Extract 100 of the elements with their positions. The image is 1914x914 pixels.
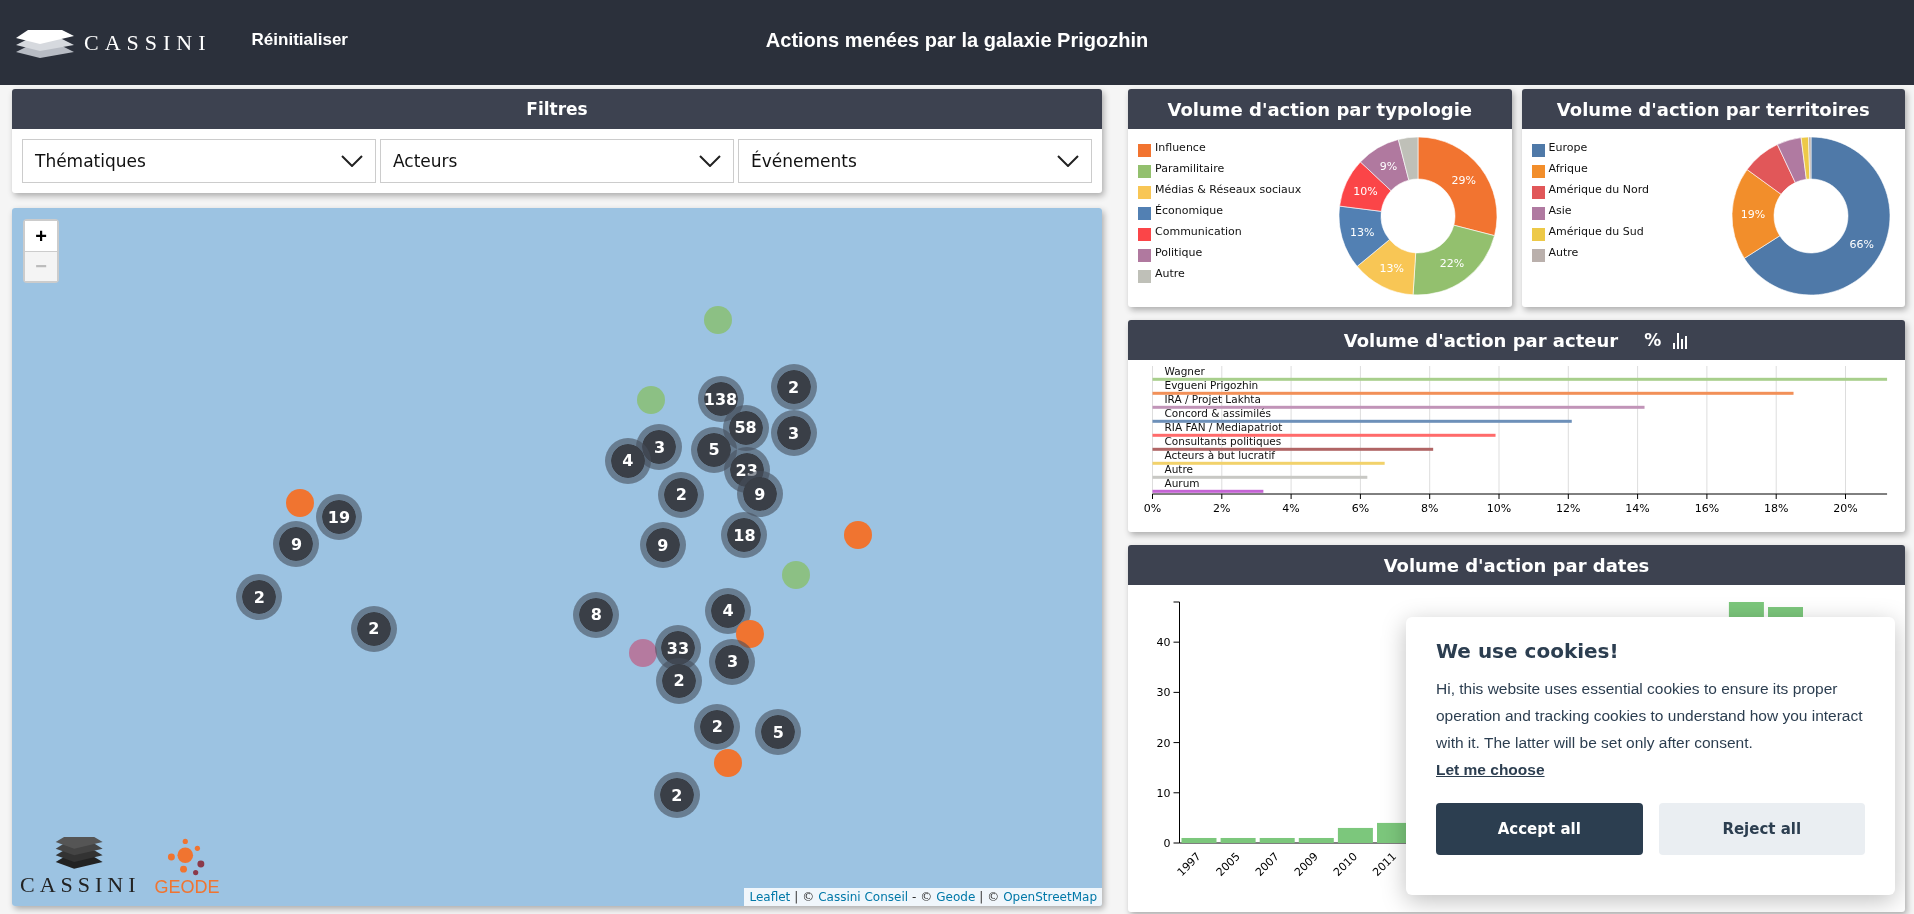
actor-bar[interactable] xyxy=(1152,419,1572,423)
cookie-text: Hi, this website uses essential cookies to ensure its proper operation and tracking cookies to understand how you interact with it. The latter will be set only after consent. Let me choose xyxy=(1436,679,1864,780)
axis-tick-label: 14% xyxy=(1625,502,1650,515)
geode-logo: GEODE xyxy=(154,837,220,898)
date-bar[interactable] xyxy=(1259,838,1295,843)
axis-tick-label: 18% xyxy=(1763,502,1789,515)
cassini-logo: CASSINI xyxy=(20,832,141,898)
page-title: Actions menées par la galaxie Prigozhin xyxy=(765,29,1149,52)
actor-bar[interactable] xyxy=(1152,489,1264,493)
donut-slice[interactable] xyxy=(1731,169,1782,259)
axis-tick-label: 8% xyxy=(1420,502,1439,515)
legend-label: Paramilitaire xyxy=(1155,161,1225,175)
chevron-down-icon xyxy=(341,155,363,167)
donut-slice[interactable] xyxy=(1808,136,1812,180)
donut-slice[interactable] xyxy=(1412,224,1495,296)
legend-label: Amérique du Sud xyxy=(1548,224,1644,238)
legend-swatch xyxy=(1531,248,1545,262)
date-bar[interactable] xyxy=(1220,838,1256,843)
legend-label: Europe xyxy=(1548,140,1588,154)
slice-label: 9% xyxy=(1379,160,1397,174)
slice-label: 66% xyxy=(1849,237,1875,251)
bar-label: Concord & assimilés xyxy=(1164,407,1272,419)
axis-tick-label: 20 xyxy=(1156,736,1171,750)
slice-label: 19% xyxy=(1740,208,1766,222)
axis-tick-label: 40 xyxy=(1156,636,1171,650)
panel-title: Volume d'action par dates xyxy=(1383,554,1650,576)
accept-button[interactable]: Accept all xyxy=(1436,803,1643,855)
axis-tick-label: 12% xyxy=(1556,502,1581,515)
cookie-title: We use cookies! xyxy=(1436,639,1620,663)
legend-label: Afrique xyxy=(1548,161,1588,175)
legend-label: Économique xyxy=(1155,203,1223,217)
actor-bar[interactable] xyxy=(1152,377,1888,381)
legend-label: Autre xyxy=(1155,266,1185,280)
legend-label: Asie xyxy=(1548,203,1572,217)
bar-label: RIA FAN / Mediapatriot xyxy=(1164,421,1283,433)
filter-dropdown[interactable]: Acteurs xyxy=(380,139,734,183)
panel-title: Filtres xyxy=(526,99,588,119)
legend-swatch xyxy=(1138,248,1151,262)
axis-tick-label: 6% xyxy=(1351,502,1370,515)
attribution-link[interactable]: Cassini Conseil xyxy=(818,890,909,904)
donut-slice[interactable] xyxy=(1397,136,1418,181)
let-me-choose-link[interactable]: Let me choose xyxy=(1436,761,1545,778)
attribution-link[interactable]: Leaflet xyxy=(749,890,791,904)
date-bar[interactable] xyxy=(1298,838,1334,843)
filter-dropdown[interactable]: Thématiques xyxy=(22,139,376,183)
actor-bar[interactable] xyxy=(1152,391,1794,395)
slice-label: 13% xyxy=(1378,261,1404,275)
legend-swatch xyxy=(1138,143,1151,157)
attribution-link[interactable]: OpenStreetMap xyxy=(1003,890,1097,904)
actor-bar[interactable] xyxy=(1152,433,1496,437)
bar-label: Wagner xyxy=(1164,365,1205,377)
attribution-link[interactable]: Geode xyxy=(936,890,976,904)
axis-tick-label: 30 xyxy=(1156,686,1171,700)
slice-label: 13% xyxy=(1349,226,1375,240)
panel-title: Volume d'action par typologie xyxy=(1167,98,1472,120)
axis-tick-label: 10% xyxy=(1486,502,1512,515)
axis-tick-label: 2% xyxy=(1213,502,1231,515)
legend-label: Influence xyxy=(1155,140,1206,154)
donut-slice[interactable] xyxy=(1800,136,1811,180)
bar-label: Acteurs à but lucratif xyxy=(1164,449,1275,461)
bar-label: Consultants politiques xyxy=(1164,435,1282,447)
reset-link[interactable]: Réinitialiser xyxy=(251,29,348,50)
legend-swatch xyxy=(1138,206,1151,220)
logo-text: CASSINI xyxy=(84,29,212,56)
attribution-text: | © xyxy=(794,890,815,904)
legend-swatch xyxy=(1531,164,1545,178)
percent-toggle[interactable]: % xyxy=(1644,330,1662,350)
attribution-text: - © xyxy=(912,890,933,904)
actor-bar[interactable] xyxy=(1152,475,1368,479)
bar-chart-icon[interactable] xyxy=(1673,331,1690,349)
actor-bar[interactable] xyxy=(1152,405,1645,409)
actor-bar[interactable] xyxy=(1152,447,1434,451)
axis-tick-label: 4% xyxy=(1282,502,1300,515)
donut-slice[interactable] xyxy=(1356,239,1416,296)
donut-slice[interactable] xyxy=(1746,144,1796,195)
bar-label: Autre xyxy=(1164,463,1193,475)
slice-label: 29% xyxy=(1451,174,1476,188)
donut-slice[interactable] xyxy=(1744,136,1891,296)
legend-label: Médias & Réseaux sociaux xyxy=(1155,182,1302,196)
legend-swatch xyxy=(1531,206,1545,220)
donut-slice[interactable] xyxy=(1417,136,1497,236)
reject-button[interactable]: Reject all xyxy=(1658,803,1865,855)
axis-tick-label: 0% xyxy=(1143,502,1162,515)
filter-dropdown[interactable]: Événements xyxy=(738,139,1092,183)
legend-swatch xyxy=(1138,164,1151,178)
legend-swatch xyxy=(1531,185,1545,199)
date-bar[interactable] xyxy=(1181,838,1217,843)
legend-swatch xyxy=(1138,269,1151,283)
chevron-down-icon xyxy=(1057,155,1079,167)
actor-bar[interactable] xyxy=(1152,461,1385,465)
axis-tick-label: 10 xyxy=(1156,786,1171,800)
panel-title: Volume d'action par acteur xyxy=(1343,329,1619,351)
legend-swatch xyxy=(1531,143,1545,157)
slice-label: 10% xyxy=(1352,185,1378,199)
attribution-text: | © xyxy=(979,890,1000,904)
bar-label: Evgueni Prigozhin xyxy=(1164,379,1259,391)
axis-tick-label: 0 xyxy=(1163,837,1171,850)
date-bar[interactable] xyxy=(1337,827,1373,843)
axis-tick-label: 20% xyxy=(1833,502,1858,515)
donut-slice[interactable] xyxy=(1777,137,1807,183)
